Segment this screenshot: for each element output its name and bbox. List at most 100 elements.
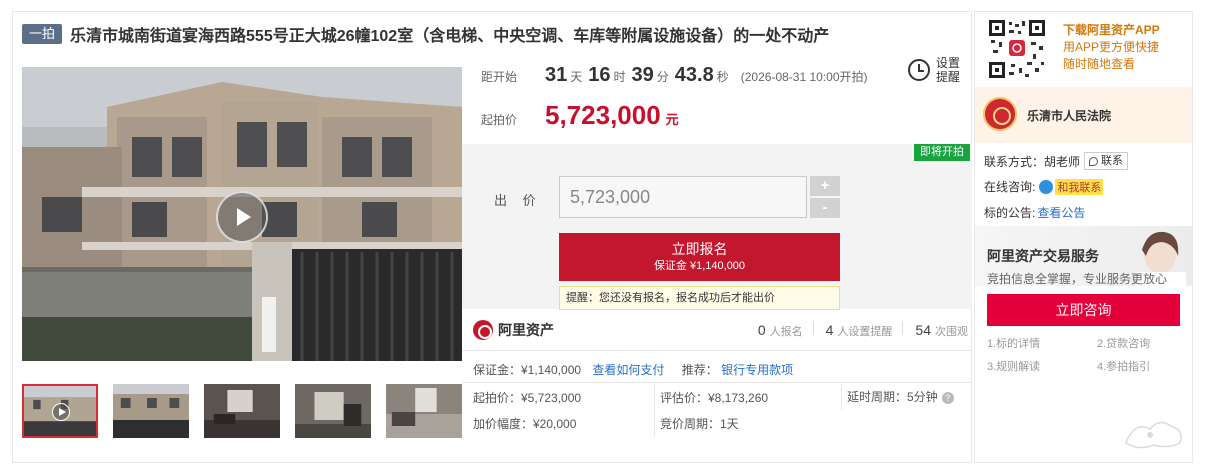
signup-count: 0 xyxy=(757,322,766,338)
thumbnail-3[interactable] xyxy=(204,384,281,438)
reminder-count: 4 xyxy=(825,322,834,338)
title-row: 一拍 乐清市城南街道宴海西路555号正大城26幢102室（含电梯、中央空调、车库… xyxy=(22,22,962,46)
start-time-note: (2026-08-31 10:00开拍) xyxy=(740,70,868,84)
thumbnail-1[interactable] xyxy=(22,384,99,438)
divider xyxy=(812,321,814,335)
thumbnail-strip xyxy=(22,384,463,438)
app-download-text: 下载阿里资产APP 用APP更方便快捷 随时随地查看 xyxy=(1063,22,1160,73)
bank-account-link[interactable]: 银行专用款项 xyxy=(721,363,793,377)
play-video-button[interactable] xyxy=(216,191,268,243)
bid-stepper: + - xyxy=(810,176,840,218)
thumbnail-image xyxy=(204,384,281,438)
ali-stats-bar: 阿里资产 0 人报名 4 人设置提醒 54 次围观 xyxy=(473,318,968,342)
signup-count-label: 人报名 xyxy=(769,326,803,338)
alarm-clock-icon xyxy=(908,59,930,81)
divider xyxy=(462,382,972,383)
service-banner: 阿里资产交易服务 竞拍信息全掌握，专业服务更放心 xyxy=(975,226,1192,286)
cycle-info: 竞价周期：1天 xyxy=(660,417,739,431)
court-name[interactable]: 乐清市人民法院 xyxy=(1027,107,1111,124)
bid-area: 即将开拍 出 价 5,723,000 + - 立即报名 保证金 ¥1,140,0… xyxy=(462,144,972,310)
how-to-pay-link[interactable]: 查看如何支付 xyxy=(592,363,664,377)
court-box: 乐清市人民法院 xyxy=(975,87,1192,143)
guide-item-loan[interactable]: 2.贷款咨询 xyxy=(1097,335,1150,351)
set-reminder-line2: 提醒 xyxy=(936,70,961,84)
thumbnail-4[interactable] xyxy=(295,384,372,438)
thumbnail-2[interactable] xyxy=(113,384,190,438)
start-price-unit: 元 xyxy=(665,112,679,127)
countdown-hours-unit: 时 xyxy=(613,70,626,84)
notice-label: 标的公告: xyxy=(984,206,1036,220)
app-download-title[interactable]: 下载阿里资产APP xyxy=(1063,22,1160,39)
online-consult-row: 在线咨询: 和我联系 xyxy=(984,178,1104,195)
auction-stats: 0 人报名 4 人设置提醒 54 次围观 xyxy=(746,321,968,339)
guide-item-rules[interactable]: 3.规则解读 xyxy=(987,358,1040,374)
countdown-minutes-unit: 分 xyxy=(656,70,669,84)
countdown-minutes: 39 xyxy=(631,64,654,86)
countdown-seconds-unit: 秒 xyxy=(716,70,729,84)
bid-label: 出 价 xyxy=(494,193,542,208)
countdown-days-unit: 天 xyxy=(570,70,583,84)
chat-with-me-button[interactable]: 和我联系 xyxy=(1039,178,1104,195)
deposit-text: 保证金：¥1,140,000 xyxy=(473,363,582,377)
watermark-logo xyxy=(1125,421,1182,449)
deposit-row: 保证金：¥1,140,000 查看如何支付 推荐： 银行专用款项 xyxy=(473,361,793,378)
auction-main-panel: 一拍 乐清市城南街道宴海西路555号正大城26幢102室（含电梯、中央空调、车库… xyxy=(12,11,972,463)
increment-info: 加价幅度：¥20,000 xyxy=(473,417,577,431)
play-icon xyxy=(237,208,251,226)
signup-label: 立即报名 xyxy=(671,241,728,257)
decrease-bid-button[interactable]: - xyxy=(810,198,840,218)
thumbnail-image xyxy=(295,384,372,438)
upcoming-badge: 即将开拍 xyxy=(914,144,970,161)
contact-button[interactable]: 联系 xyxy=(1084,152,1129,170)
countdown-days: 31 xyxy=(545,64,568,86)
recommend-label: 推荐： xyxy=(681,363,718,377)
phone-icon xyxy=(1089,156,1099,166)
contact-label: 联系方式：胡老师 xyxy=(984,154,1081,169)
thumbnail-5[interactable] xyxy=(386,384,463,438)
chat-icon xyxy=(1039,179,1054,194)
guide-item-bidding[interactable]: 4.参拍指引 xyxy=(1097,358,1150,374)
start-price-info: 起拍价：¥5,723,000 xyxy=(473,391,582,405)
online-consult-label: 在线咨询: xyxy=(984,180,1036,194)
app-qr-code[interactable] xyxy=(987,18,1047,80)
play-icon xyxy=(52,403,70,421)
set-reminder-label: 设置 提醒 xyxy=(936,56,960,84)
main-property-photo[interactable] xyxy=(22,67,462,361)
start-price: 起拍价 5,723,000 元 xyxy=(481,100,679,131)
divider xyxy=(902,321,904,335)
bid-amount-input[interactable]: 5,723,000 xyxy=(559,176,807,218)
contact-row: 联系方式：胡老师 联系 xyxy=(984,152,1129,170)
countdown-hours: 16 xyxy=(588,64,611,86)
countdown-label: 距开始 xyxy=(481,70,518,84)
app-download-sub2: 随时随地查看 xyxy=(1063,57,1136,71)
contact-button-label: 联系 xyxy=(1101,155,1124,167)
view-notice-link[interactable]: 查看公告 xyxy=(1037,204,1085,221)
page-title: 乐清市城南街道宴海西路555号正大城26幢102室（含电梯、中央空调、车库等附属… xyxy=(70,28,830,45)
court-emblem-icon xyxy=(983,97,1017,131)
set-reminder-button[interactable]: 设置 提醒 xyxy=(908,52,966,88)
set-reminder-line1: 设置 xyxy=(936,56,961,70)
side-panel: 下载阿里资产APP 用APP更方便快捷 随时随地查看 乐清市人民法院 联系方式：… xyxy=(974,11,1193,463)
countdown: 距开始 31 天 16 时 39 分 43.8 秒 (2026-08-31 10… xyxy=(481,64,868,86)
app-download-sub1: 用APP更方便快捷 xyxy=(1063,40,1160,54)
view-count-label: 次围观 xyxy=(935,326,968,338)
delay-info: 延时周期：5分钟? xyxy=(847,388,954,405)
view-count: 54 xyxy=(915,322,931,338)
signup-deposit: 保证金 ¥1,140,000 xyxy=(653,260,746,272)
auction-round-tag: 一拍 xyxy=(22,24,63,44)
increase-bid-button[interactable]: + xyxy=(810,176,840,196)
start-price-value: 5,723,000 xyxy=(545,100,661,130)
chat-with-me-label: 和我联系 xyxy=(1055,178,1104,195)
divider xyxy=(841,384,842,410)
consult-now-button[interactable]: 立即咨询 xyxy=(987,294,1180,326)
signup-button[interactable]: 立即报名 保证金 ¥1,140,000 xyxy=(559,233,840,281)
ali-asset-logo-icon xyxy=(473,320,493,340)
signup-tip: 提醒：您还没有报名，报名成功后才能出价 xyxy=(559,286,840,310)
countdown-seconds: 43.8 xyxy=(674,64,714,86)
thumbnail-image xyxy=(113,384,190,438)
help-icon[interactable]: ? xyxy=(941,392,954,404)
guide-item-details[interactable]: 1.标的详情 xyxy=(987,335,1040,351)
service-subtitle: 竞拍信息全掌握，专业服务更放心 xyxy=(987,272,1168,286)
thumbnail-image xyxy=(386,384,463,438)
reminder-count-label: 人设置提醒 xyxy=(837,326,893,338)
